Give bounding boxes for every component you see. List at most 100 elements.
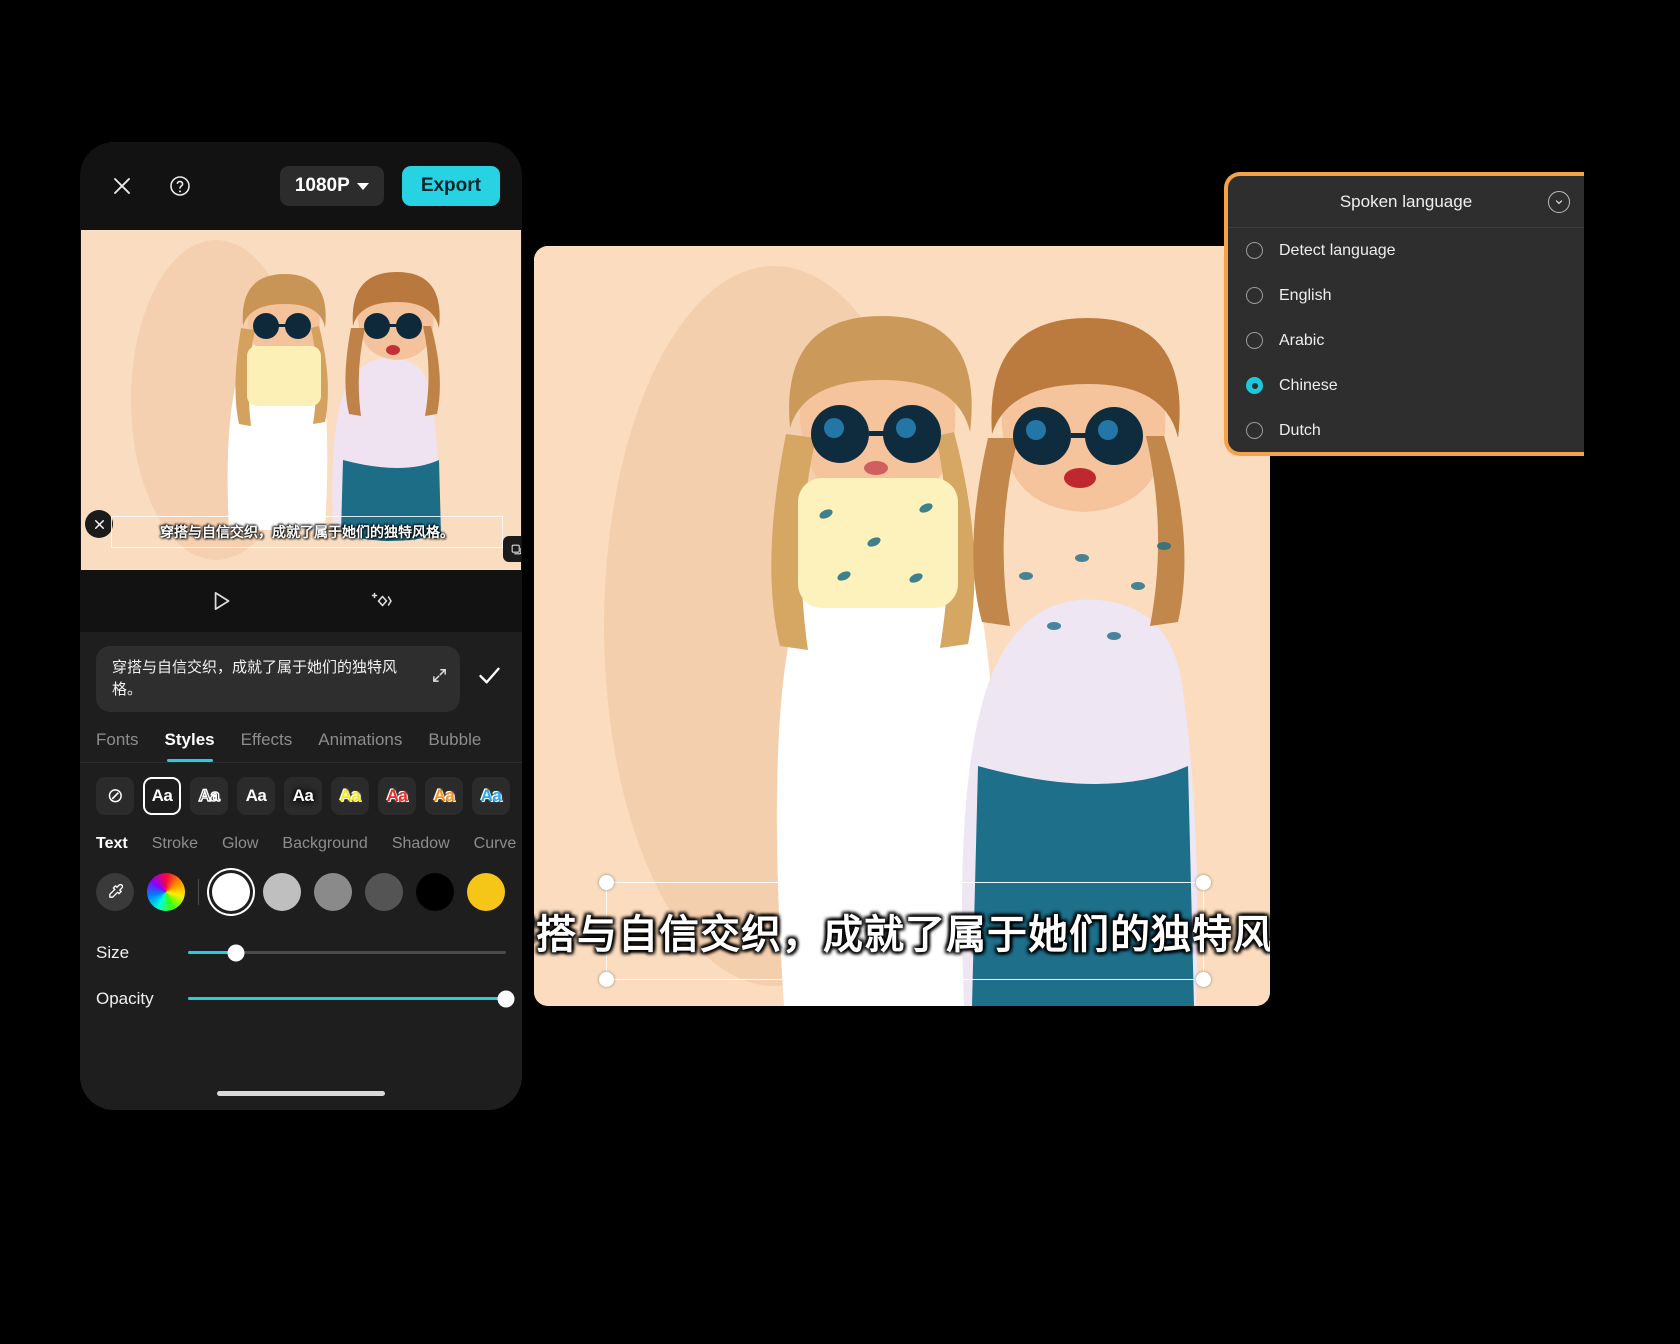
caption-handle-top-right[interactable] <box>1196 875 1211 890</box>
size-slider[interactable] <box>188 944 506 961</box>
tab-styles[interactable]: Styles <box>165 730 215 762</box>
color-swatch-white[interactable] <box>212 872 250 911</box>
opacity-slider-row: Opacity <box>96 988 515 1009</box>
tab-bubble[interactable]: Bubble <box>428 730 481 762</box>
tab-bubble-label: Bubble <box>428 729 482 749</box>
language-option-label: Detect language <box>1279 241 1396 259</box>
opacity-slider[interactable] <box>188 990 515 1007</box>
preview-remove-subtitle-button[interactable] <box>85 510 113 538</box>
style-preset-glyph: ⊘ <box>106 785 124 807</box>
text-edit-panel: 穿搭与自信交织，成就了属于她们的独特风格。 Fonts Styles Effec… <box>80 632 522 1110</box>
size-slider-label: Size <box>96 942 130 962</box>
color-swatch-list[interactable] <box>96 853 506 917</box>
style-preset-yellow[interactable]: Aa <box>331 776 369 815</box>
style-preset-white-shadow[interactable]: Aa <box>284 776 322 815</box>
eyedropper-icon <box>108 883 123 898</box>
style-preset-glyph: Aa <box>151 785 173 805</box>
style-preset-glyph: Aa <box>245 785 267 805</box>
play-icon[interactable] <box>201 581 241 621</box>
color-swatch-light-gray[interactable] <box>263 872 301 911</box>
caption-handle-top-left[interactable] <box>599 875 614 890</box>
style-preset-glyph: Aa <box>433 785 455 805</box>
color-swatch-eyedropper[interactable] <box>96 872 134 911</box>
preview-subtitle[interactable]: 穿搭与自信交织，成就了属于她们的独特风格。 <box>111 516 503 548</box>
caption-bounding-box[interactable]: 穿搭与自信交织，成就了属于她们的独特风格 <box>534 875 1270 987</box>
caption-handle-bottom-right[interactable] <box>1196 972 1211 987</box>
subtab-background[interactable]: Background <box>282 835 367 853</box>
language-option-arabic[interactable]: Arabic <box>1228 318 1584 363</box>
spoken-language-panel: Spoken language Detect language English Ar… <box>1224 172 1584 456</box>
tab-animations-label: Animations <box>318 729 403 749</box>
subtab-glow[interactable]: Glow <box>222 835 258 853</box>
size-slider-row: Size <box>96 943 506 963</box>
style-preset-orange[interactable]: Aa <box>425 776 463 815</box>
subtab-shadow[interactable]: Shadow <box>392 835 450 853</box>
subtitle-text-value: 穿搭与自信交织，成就了属于她们的独特风格。 <box>112 659 398 698</box>
language-option-label: Dutch <box>1279 421 1321 439</box>
style-preset-glyph: Aa <box>480 785 502 805</box>
duplicate-icon[interactable] <box>503 536 521 562</box>
language-option-label: Chinese <box>1279 376 1338 394</box>
style-preset-glyph: Aa <box>386 785 408 805</box>
chevron-down-icon[interactable] <box>1548 190 1570 213</box>
style-preset-outline[interactable]: Aa <box>190 776 228 815</box>
language-option-detect-language[interactable]: Detect language <box>1228 228 1584 273</box>
opacity-slider-knob[interactable] <box>497 990 515 1007</box>
radio-button[interactable] <box>1246 422 1263 439</box>
size-slider-knob[interactable] <box>227 944 245 961</box>
language-option-english[interactable]: English <box>1228 273 1584 318</box>
tab-effects[interactable]: Effects <box>241 730 293 762</box>
canvas-caption-text[interactable]: 穿搭与自信交织，成就了属于她们的独特风格 <box>534 883 1270 979</box>
style-preset-list[interactable]: ⊘ Aa Aa Aa Aa Aa Aa Aa Aa <box>96 763 510 827</box>
language-panel-header: Spoken language <box>1228 176 1584 228</box>
screen-root: 1080P Export 穿搭与自信交织，成就了属于她们的独特风格。 穿搭与自信… <box>0 0 1680 1344</box>
language-option-chinese[interactable]: Chinese <box>1228 363 1584 408</box>
phone-video-preview[interactable]: 穿搭与自信交织，成就了属于她们的独特风格。 <box>81 230 521 570</box>
radio-button[interactable] <box>1246 377 1263 394</box>
close-icon[interactable] <box>102 166 142 206</box>
expand-icon[interactable] <box>431 667 448 691</box>
resolution-label: 1080P <box>294 175 350 196</box>
text-input-row: 穿搭与自信交织，成就了属于她们的独特风格。 <box>96 646 506 712</box>
confirm-text-button[interactable] <box>472 662 506 696</box>
language-option-label: English <box>1279 286 1332 304</box>
style-subtabs: Text Stroke Glow Background Shadow Curve <box>96 827 516 853</box>
phone-topbar: 1080P Export <box>80 142 522 230</box>
color-swatch-yellow[interactable] <box>467 872 505 911</box>
radio-button[interactable] <box>1246 332 1263 349</box>
subtab-text[interactable]: Text <box>96 835 128 853</box>
main-video-canvas[interactable]: 穿搭与自信交织，成就了属于她们的独特风格 <box>534 246 1270 1006</box>
language-option-list[interactable]: Detect language English Arabic Chinese Dutch <box>1228 228 1584 452</box>
tab-effects-label: Effects <box>240 729 293 749</box>
style-preset-plain-white[interactable]: Aa <box>143 776 181 815</box>
color-swatch-dark-gray[interactable] <box>365 872 403 911</box>
add-keyframe-icon[interactable] <box>361 581 401 621</box>
playback-toolbar <box>80 570 522 632</box>
color-swatch-mid-gray[interactable] <box>314 872 352 911</box>
style-preset-glyph: Aa <box>292 785 314 805</box>
style-preset-white-bold[interactable]: Aa <box>237 776 275 815</box>
subtab-curve[interactable]: Curve <box>474 835 517 853</box>
help-icon[interactable] <box>160 166 200 206</box>
subtitle-text-input[interactable]: 穿搭与自信交织，成就了属于她们的独特风格。 <box>96 646 460 712</box>
language-option-dutch[interactable]: Dutch <box>1228 408 1584 452</box>
subtab-stroke[interactable]: Stroke <box>152 835 198 853</box>
style-preset-blue[interactable]: Aa <box>472 776 510 815</box>
color-swatch-color-wheel[interactable] <box>147 872 185 911</box>
style-preset-none[interactable]: ⊘ <box>96 776 134 815</box>
tab-animations[interactable]: Animations <box>318 730 402 762</box>
opacity-slider-fill <box>188 997 506 1000</box>
chevron-down-icon <box>356 182 369 190</box>
tab-fonts[interactable]: Fonts <box>96 730 139 762</box>
caption-handle-bottom-left[interactable] <box>599 972 614 987</box>
opacity-slider-label: Opacity <box>96 988 154 1008</box>
color-swatch-black[interactable] <box>416 872 454 911</box>
radio-button[interactable] <box>1246 287 1263 304</box>
style-preset-glyph: Aa <box>198 785 221 806</box>
home-indicator <box>217 1091 385 1096</box>
radio-button[interactable] <box>1246 242 1263 259</box>
style-preset-red[interactable]: Aa <box>378 776 416 815</box>
export-button[interactable]: Export <box>401 166 500 206</box>
tab-fonts-label: Fonts <box>96 729 139 749</box>
resolution-selector[interactable]: 1080P <box>279 166 384 206</box>
